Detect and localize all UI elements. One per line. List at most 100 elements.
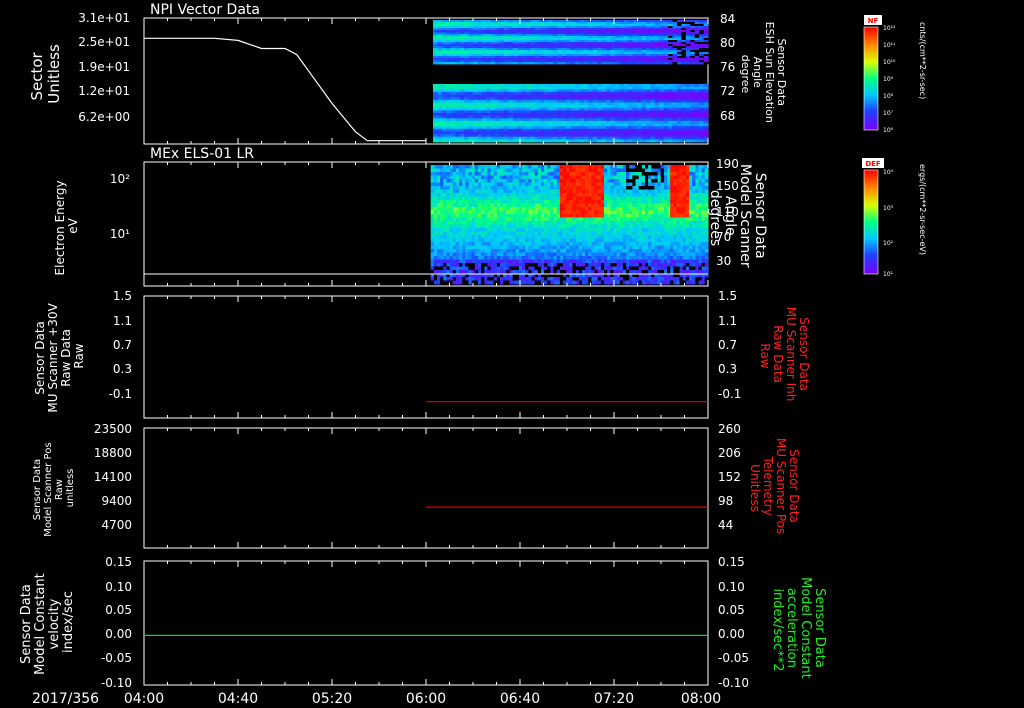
- spectrogram-cell: [462, 235, 466, 239]
- spectrogram-cell: [455, 189, 460, 194]
- heatmap-cell: [446, 86, 452, 90]
- heatmap-cell: [539, 89, 545, 93]
- heatmap-cell: [575, 128, 580, 132]
- spectrogram-cell: [500, 263, 504, 267]
- spectrogram-cell: [569, 231, 573, 236]
- spectrogram-cell: [600, 189, 605, 194]
- spectrogram-cell: [563, 280, 567, 285]
- heatmap-cell: [606, 86, 611, 90]
- spectrogram-cell: [626, 252, 630, 257]
- heatmap-cell: [473, 91, 478, 95]
- spectrogram-cell: [525, 249, 529, 253]
- spectrogram-cell: [515, 186, 520, 190]
- spectrogram-cell: [632, 249, 636, 253]
- heatmap-cell: [650, 89, 656, 93]
- spectrogram-cell: [500, 200, 504, 204]
- heatmap-cell: [668, 131, 673, 135]
- spectrogram-cell: [547, 221, 551, 225]
- colorbar-tick: 10⁸: [883, 93, 894, 100]
- heatmap-cell: [521, 131, 527, 135]
- heatmap-cell: [566, 136, 571, 140]
- spectrogram-cell: [537, 172, 542, 176]
- heatmap-cell: [441, 99, 447, 103]
- spectrogram-cell: [490, 210, 495, 215]
- spectrogram-cell: [619, 270, 624, 274]
- spectrogram-cell: [496, 277, 501, 281]
- spectrogram-cell: [506, 277, 510, 281]
- spectrogram-cell: [522, 235, 526, 239]
- heatmap-cell: [597, 94, 602, 98]
- spectrogram-cell: [474, 172, 479, 176]
- heatmap-cell: [530, 105, 536, 109]
- spectrogram-cell: [632, 231, 636, 236]
- spectrogram-cell: [604, 221, 608, 225]
- heatmap-cell: [645, 110, 651, 114]
- spectrogram-cell: [465, 186, 469, 190]
- spectrogram-cell: [528, 249, 532, 253]
- spectrogram-cell: [600, 238, 605, 243]
- heatmap-cell: [579, 139, 585, 143]
- heatmap-cell: [499, 84, 505, 87]
- heatmap-cell: [663, 86, 669, 90]
- spectrogram-cell: [443, 189, 447, 194]
- spectrogram-cell: [509, 270, 514, 274]
- heatmap-cell: [508, 139, 514, 143]
- heatmap-cell: [486, 118, 492, 122]
- heatmap-cell: [441, 102, 447, 106]
- spectrogram-cell: [582, 266, 586, 271]
- heatmap-cell: [610, 120, 616, 124]
- heatmap-cell: [508, 134, 514, 138]
- spectrogram-cell: [566, 217, 570, 222]
- heatmap-cell: [468, 94, 474, 98]
- heatmap-cell: [614, 110, 620, 114]
- heatmap-cell: [668, 128, 673, 132]
- spectrogram-cell: [443, 242, 447, 246]
- spectrogram-cell: [446, 235, 451, 239]
- heatmap-cell: [699, 94, 704, 98]
- spectrogram-cell: [515, 252, 520, 257]
- heatmap-cell: [433, 113, 438, 116]
- spectrogram-cell: [544, 193, 548, 197]
- heatmap-cell: [579, 107, 585, 111]
- heatmap-cell: [685, 139, 691, 143]
- heatmap-cell: [628, 97, 633, 101]
- heatmap-cell: [459, 94, 465, 98]
- heatmap-cell: [455, 113, 460, 116]
- heatmap-cell: [579, 84, 585, 87]
- heatmap-cell: [455, 128, 460, 132]
- spectrogram-cell: [569, 224, 573, 229]
- spectrogram-cell: [446, 252, 451, 257]
- spectrogram-cell: [629, 252, 633, 257]
- spectrogram-cell: [512, 242, 517, 246]
- spectrogram-cell: [613, 193, 618, 197]
- spectrogram-cell: [503, 186, 507, 190]
- heatmap-cell: [672, 99, 678, 103]
- spectrogram-cell: [544, 203, 548, 208]
- spectrogram-cell: [632, 189, 636, 194]
- heatmap-cell: [619, 134, 625, 138]
- spectrogram-cell: [541, 266, 545, 271]
- spectrogram-cell: [500, 249, 504, 253]
- heatmap-cell: [566, 102, 571, 106]
- spectrogram-cell: [449, 210, 454, 215]
- spectrogram-cell: [500, 182, 504, 187]
- heatmap-cell: [592, 115, 598, 119]
- spectrogram-cell: [515, 179, 520, 183]
- heatmap-cell: [477, 110, 483, 114]
- heatmap-cell: [645, 62, 651, 65]
- spectrogram-cell: [537, 210, 542, 215]
- spectrogram-cell: [512, 270, 517, 274]
- spectrogram-cell: [531, 231, 536, 236]
- spectrogram-cell: [619, 224, 624, 229]
- heatmap-cell: [566, 107, 571, 111]
- spectrogram-cell: [518, 196, 523, 201]
- heatmap-cell: [437, 94, 443, 98]
- spectrogram-cell: [468, 245, 473, 250]
- heatmap-cell: [699, 107, 704, 111]
- spectrogram-cell: [440, 224, 444, 229]
- heatmap-cell: [464, 128, 469, 132]
- spectrogram-cell: [547, 280, 551, 285]
- heatmap-cell: [512, 99, 518, 103]
- spectrogram-cell: [575, 242, 580, 246]
- spectrogram-cell: [522, 203, 526, 208]
